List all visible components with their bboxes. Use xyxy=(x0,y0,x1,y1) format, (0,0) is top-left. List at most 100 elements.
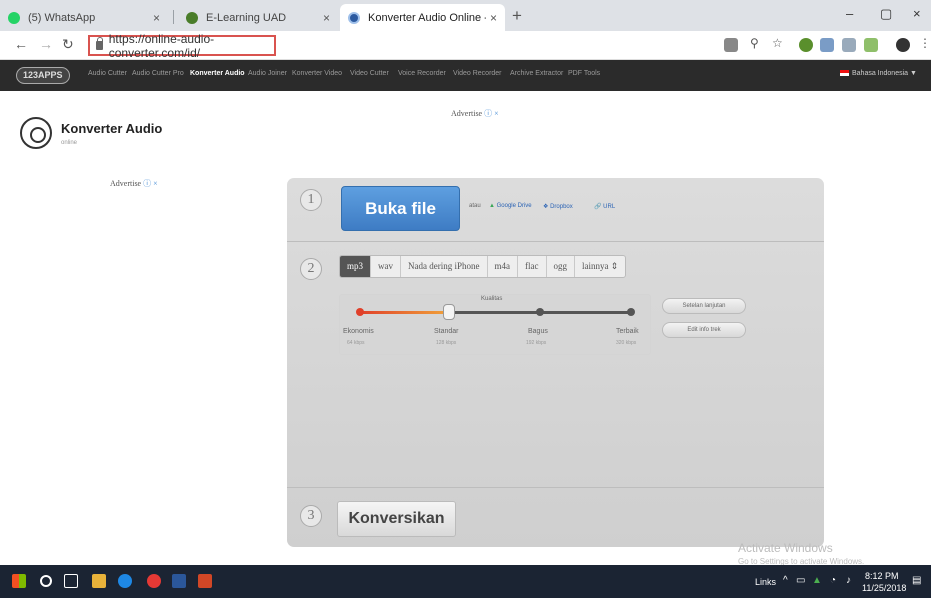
dropbox-icon: ❖ xyxy=(543,204,549,210)
page-subtitle: online xyxy=(61,140,78,146)
advertise-placeholder-top[interactable]: Advertise ⓘ × xyxy=(451,108,499,119)
notifications-icon[interactable]: ▤ xyxy=(912,575,921,586)
file-explorer-icon[interactable] xyxy=(92,574,106,588)
converter-logo-icon[interactable] xyxy=(20,117,52,149)
windows-start-icon[interactable] xyxy=(12,574,26,588)
step-3-number: 3 xyxy=(300,505,322,527)
extension-window-icon[interactable] xyxy=(842,38,856,52)
nav-audio-cutter[interactable]: Audio Cutter xyxy=(88,70,127,77)
tab-konverter-audio[interactable]: Konverter Audio Online - Konver × xyxy=(340,4,505,31)
extension-app-icon[interactable] xyxy=(820,38,834,52)
menu-dots-icon[interactable]: ⋮ xyxy=(919,36,931,50)
maximize-button[interactable]: ▢ xyxy=(880,6,892,22)
close-icon[interactable]: × xyxy=(323,11,330,25)
nav-voice-recorder[interactable]: Voice Recorder xyxy=(398,70,446,77)
zoom-icon[interactable]: ⚲ xyxy=(750,36,759,50)
edge-browser-icon[interactable] xyxy=(118,574,132,588)
tab-title: (5) WhatsApp xyxy=(28,11,96,24)
nav-video-cutter[interactable]: Video Cutter xyxy=(350,70,389,77)
volume-icon[interactable]: ♪ xyxy=(846,575,851,586)
task-view-icon[interactable] xyxy=(64,574,78,588)
quality-rate-terbaik: 320 kbps xyxy=(616,340,637,346)
quality-stop-ekonomis[interactable] xyxy=(356,308,364,316)
quality-slider-handle[interactable] xyxy=(443,304,455,320)
network-icon[interactable]: ▭ xyxy=(796,575,805,586)
or-text: atau xyxy=(469,203,481,209)
quality-name-terbaik: Terbaik xyxy=(616,328,639,335)
clock-time[interactable]: 8:12 PM xyxy=(865,571,899,581)
elearning-icon xyxy=(186,11,198,24)
step-2-number: 2 xyxy=(300,258,322,280)
nav-pdf-tools[interactable]: PDF Tools xyxy=(568,70,600,77)
advertise-placeholder-left[interactable]: Advertise ⓘ × xyxy=(110,178,158,189)
nav-konverter-video[interactable]: Konverter Video xyxy=(292,70,342,77)
nav-audio-cutter-pro[interactable]: Audio Cutter Pro xyxy=(132,70,184,77)
activate-windows-watermark: Activate Windows Go to Settings to activ… xyxy=(738,541,865,566)
minimize-button[interactable]: – xyxy=(846,6,853,21)
nav-archive-extractor[interactable]: Archive Extractor xyxy=(510,70,563,77)
search-circle-icon[interactable] xyxy=(40,575,52,587)
profile-avatar[interactable] xyxy=(896,38,910,52)
quality-stop-bagus[interactable] xyxy=(536,308,544,316)
forward-arrow-icon[interactable]: → xyxy=(39,36,53,52)
nav-konverter-audio[interactable]: Konverter Audio xyxy=(190,70,245,77)
format-mp3[interactable]: mp3 xyxy=(340,256,372,277)
powerpoint-app-icon[interactable] xyxy=(198,574,212,588)
quality-box xyxy=(339,294,651,355)
format-ogg[interactable]: ogg xyxy=(547,256,575,277)
back-arrow-icon[interactable]: ← xyxy=(14,36,28,52)
extension-chart-icon[interactable] xyxy=(864,38,878,52)
google-drive-link[interactable]: ▲ Google Drive xyxy=(489,203,532,209)
quality-name-standar: Standar xyxy=(434,328,459,335)
converter-panel xyxy=(287,178,824,547)
tab-whatsapp[interactable]: (5) WhatsApp × xyxy=(0,4,168,31)
address-bar[interactable]: https://online-audio-converter.com/id/ xyxy=(88,32,276,60)
reload-icon[interactable]: ↻ xyxy=(62,36,74,53)
tab-elearning[interactable]: E-Learning UAD × xyxy=(178,4,338,31)
close-icon[interactable]: × xyxy=(490,11,497,25)
window-close-button[interactable]: × xyxy=(913,6,921,21)
word-app-icon[interactable] xyxy=(172,574,186,588)
format-iphone-ringtone[interactable]: Nada dering iPhone xyxy=(401,256,488,277)
open-file-button[interactable]: Buka file xyxy=(341,186,460,231)
format-m4a[interactable]: m4a xyxy=(488,256,518,277)
language-selector[interactable]: Bahasa Indonesia ▼ xyxy=(840,70,917,77)
format-wav[interactable]: wav xyxy=(371,256,402,277)
page-title[interactable]: Konverter Audio xyxy=(61,121,162,136)
advanced-settings-button[interactable]: Setelan lanjutan xyxy=(662,298,746,314)
indonesia-flag-icon xyxy=(840,70,849,77)
format-flac[interactable]: flac xyxy=(518,256,547,277)
convert-button[interactable]: Konversikan xyxy=(337,501,456,537)
link-icon: 🔗 xyxy=(594,204,602,210)
step-divider xyxy=(287,487,824,488)
url-link[interactable]: 🔗 URL xyxy=(594,203,615,210)
nav-video-recorder[interactable]: Video Recorder xyxy=(453,70,502,77)
new-tab-button[interactable]: + xyxy=(512,6,522,26)
nav-audio-joiner[interactable]: Audio Joiner xyxy=(248,70,287,77)
ad-close-icon: ⓘ × xyxy=(484,109,499,118)
clock-date[interactable]: 11/25/2018 xyxy=(862,583,906,593)
step-1-number: 1 xyxy=(300,189,322,211)
quality-name-ekonomis: Ekonomis xyxy=(343,328,374,335)
links-toolbar[interactable]: Links xyxy=(755,577,776,587)
brand-logo[interactable]: 123APPS xyxy=(16,67,70,84)
extension-leaf-icon[interactable] xyxy=(799,38,813,52)
wifi-icon[interactable]: ◔ xyxy=(830,575,836,586)
chevron-up-icon[interactable]: ^ xyxy=(783,575,788,586)
security-icon[interactable]: ▲ xyxy=(812,575,822,586)
browser-tab-strip: (5) WhatsApp × E-Learning UAD × Konverte… xyxy=(0,0,931,31)
chrome-browser-icon[interactable] xyxy=(147,574,161,588)
whatsapp-icon xyxy=(8,11,20,24)
tab-title: Konverter Audio Online - Konver xyxy=(368,11,486,24)
url-text: https://online-audio-converter.com/id/ xyxy=(108,31,215,60)
quality-rate-ekonomis: 64 kbps xyxy=(347,340,365,346)
edit-track-info-button[interactable]: Edit info trek xyxy=(662,322,746,338)
format-more-select[interactable]: lainnya ⇕ xyxy=(575,256,625,277)
tab-title: E-Learning UAD xyxy=(206,11,287,24)
dropbox-link[interactable]: ❖ Dropbox xyxy=(543,203,573,210)
translate-icon[interactable] xyxy=(724,38,738,52)
quality-name-bagus: Bagus xyxy=(528,328,548,335)
quality-stop-terbaik[interactable] xyxy=(627,308,635,316)
bookmark-star-icon[interactable]: ☆ xyxy=(772,36,783,50)
close-icon[interactable]: × xyxy=(153,11,160,25)
